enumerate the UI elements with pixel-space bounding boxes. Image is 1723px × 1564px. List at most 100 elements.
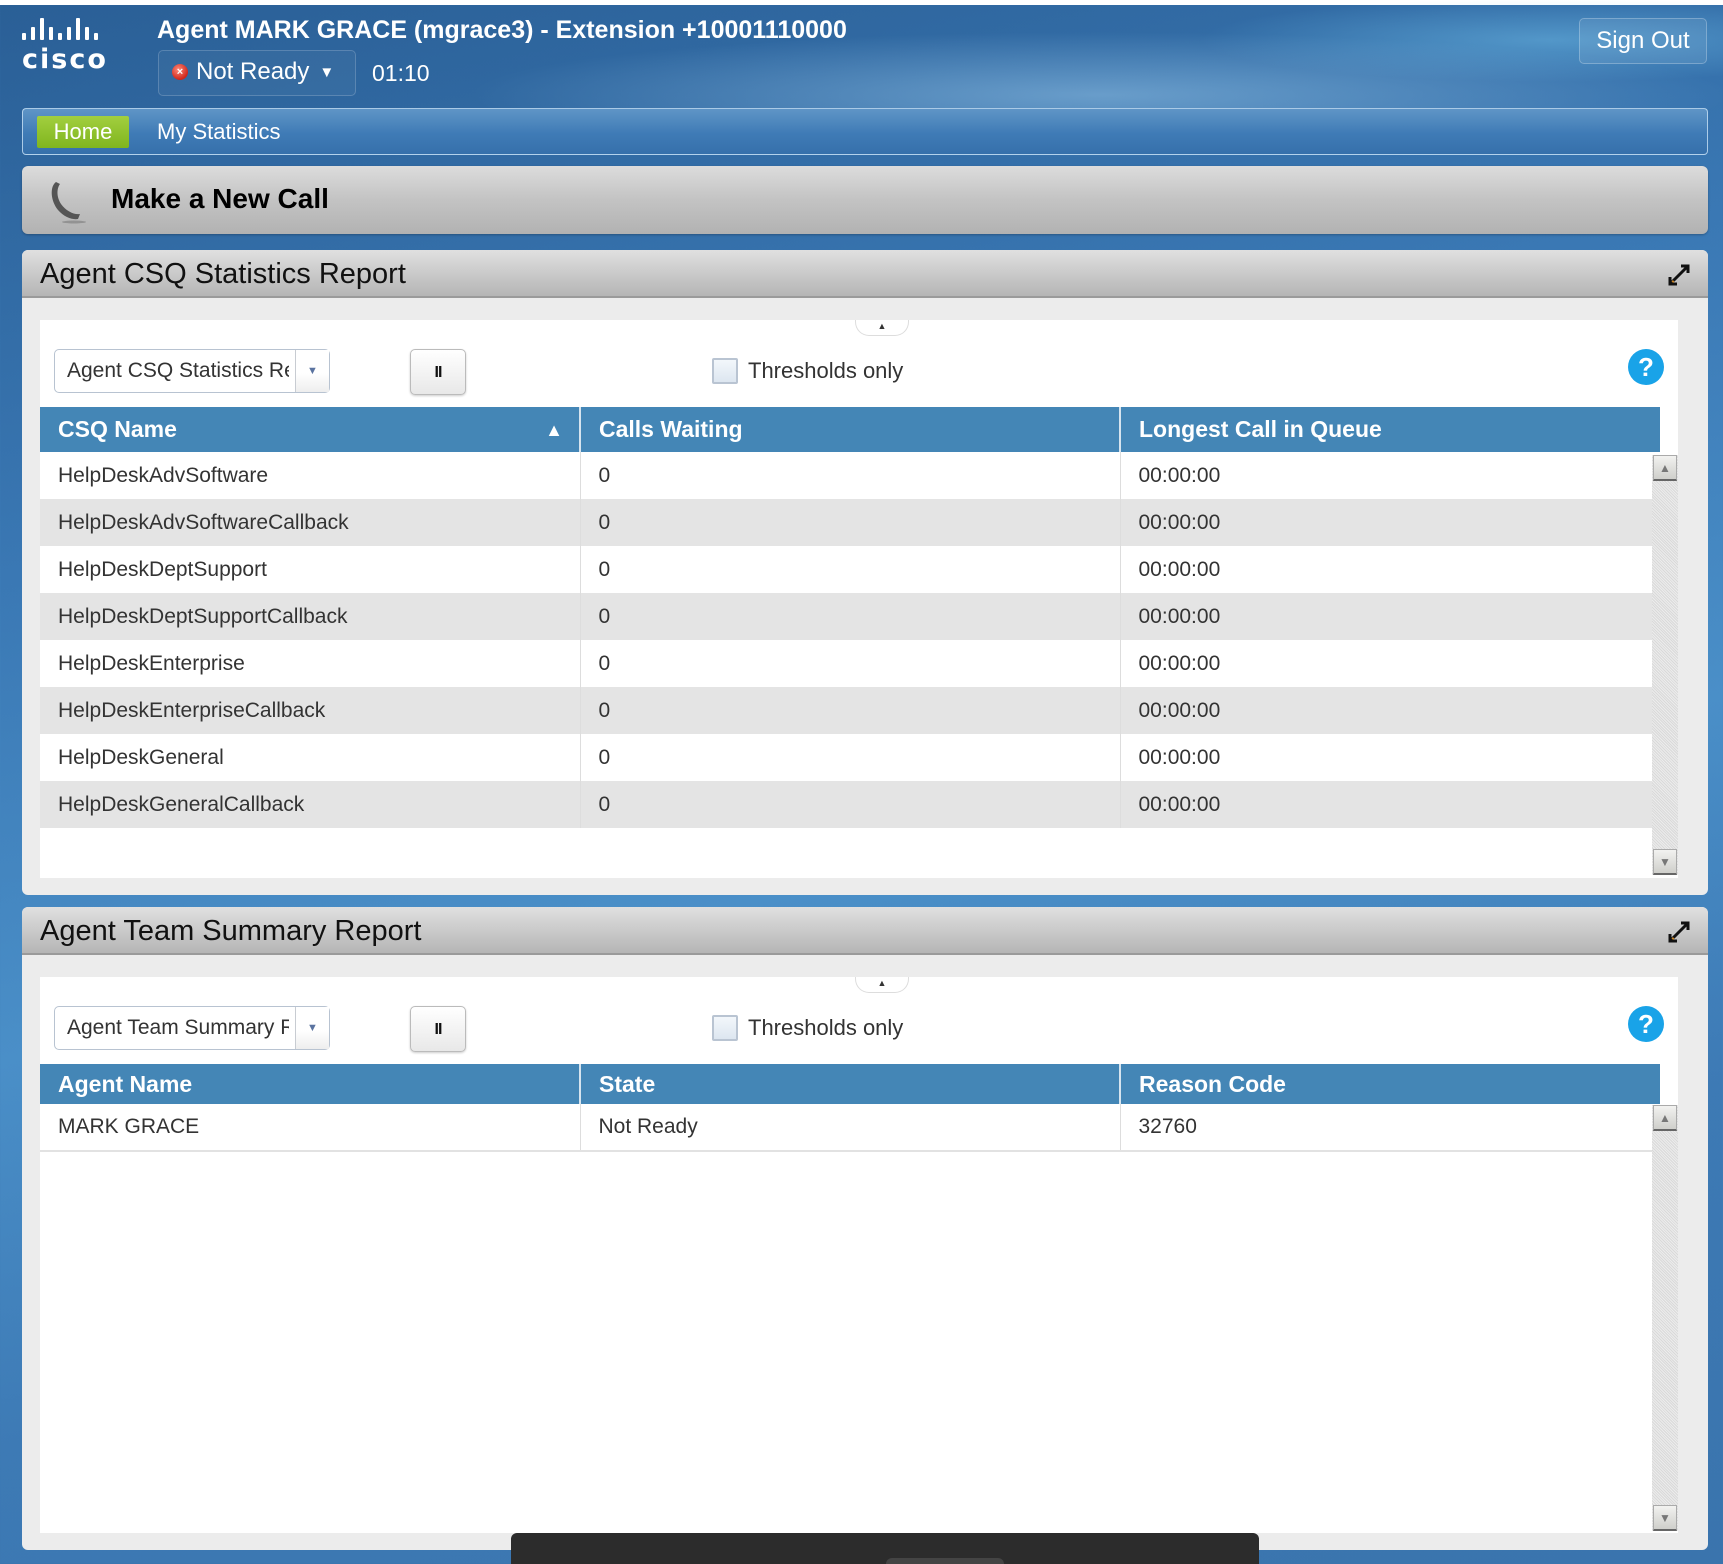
cisco-logo-bars <box>22 18 132 40</box>
not-ready-status-icon: × <box>172 64 188 80</box>
column-header-state[interactable]: State <box>580 1064 1121 1104</box>
chevron-down-icon: ▼ <box>295 350 329 392</box>
checkbox-box[interactable] <box>712 1015 738 1041</box>
table-row[interactable]: HelpDeskGeneralCallback 0 00:00:00 <box>40 781 1660 828</box>
csq-name-cell: HelpDeskDeptSupportCallback <box>40 593 581 640</box>
team-table-scrollbar[interactable]: ▲ ▼ <box>1652 1105 1678 1531</box>
pause-button[interactable]: II <box>410 349 466 395</box>
help-icon[interactable]: ? <box>1628 1006 1664 1042</box>
table-row[interactable]: HelpDeskAdvSoftwareCallback 0 00:00:00 <box>40 499 1660 546</box>
agent-state-label: Not Ready <box>196 58 310 85</box>
longest-call-cell: 00:00:00 <box>1120 593 1660 640</box>
cisco-wordmark: cisco <box>22 44 108 75</box>
tab-home[interactable]: Home <box>37 116 129 148</box>
csq-name-cell: HelpDeskEnterprise <box>40 640 581 687</box>
csq-table-scrollbar[interactable]: ▲ ▼ <box>1652 455 1678 875</box>
team-panel-body: ▲ Agent Team Summary Report ▼ II Thresho… <box>40 977 1678 1533</box>
collapse-toolbar-toggle[interactable]: ▲ <box>855 320 909 336</box>
table-row[interactable]: HelpDeskGeneral 0 00:00:00 <box>40 734 1660 781</box>
longest-call-cell: 00:00:00 <box>1120 781 1660 828</box>
scroll-up-button[interactable]: ▲ <box>1653 1105 1677 1131</box>
top-clipped-strip <box>0 0 1723 5</box>
longest-call-cell: 00:00:00 <box>1138 463 1221 487</box>
table-row[interactable]: HelpDeskDeptSupport 0 00:00:00 <box>40 546 1660 593</box>
column-header-csq-name[interactable]: CSQ Name ▲ <box>40 407 581 452</box>
reason-code-cell: 32760 <box>1138 1115 1197 1138</box>
longest-call-cell: 00:00:00 <box>1120 687 1660 734</box>
csq-panel-title: Agent CSQ Statistics Report <box>40 258 406 290</box>
csq-table: CSQ Name ▲ Calls Waiting Longest Call in … <box>40 407 1660 828</box>
agent-state-dropdown[interactable]: × Not Ready ▼ <box>172 58 334 86</box>
csq-name-cell: HelpDeskDeptSupport <box>40 546 581 593</box>
chevron-down-icon: ▼ <box>295 1007 329 1049</box>
calls-waiting-cell: 0 <box>580 593 1121 640</box>
table-row[interactable]: HelpDeskEnterpriseCallback 0 00:00:00 <box>40 687 1660 734</box>
make-new-call-button[interactable]: Make a New Call <box>22 166 1708 234</box>
table-header-row: CSQ Name ▲ Calls Waiting Longest Call in … <box>40 407 1660 452</box>
thresholds-only-label: Thresholds only <box>748 358 904 383</box>
expand-icon[interactable] <box>1666 262 1692 288</box>
calls-waiting-cell: 0 <box>580 781 1121 828</box>
expand-icon[interactable] <box>1666 919 1692 945</box>
overlay-bar <box>511 1533 1259 1564</box>
team-report-select[interactable]: Agent Team Summary Report ▼ <box>54 1006 330 1050</box>
csq-name-cell: HelpDeskAdvSoftwareCallback <box>40 499 581 546</box>
help-icon[interactable]: ? <box>1628 349 1664 385</box>
cisco-logo: cisco <box>22 18 132 78</box>
calls-waiting-cell: 0 <box>580 734 1121 781</box>
state-cell: Not Ready <box>580 1104 1121 1151</box>
team-report-select-value: Agent Team Summary Report <box>67 1016 289 1039</box>
longest-call-cell: 00:00:00 <box>1138 745 1221 769</box>
csq-name-cell: HelpDeskAdvSoftware <box>40 452 581 499</box>
make-new-call-label: Make a New Call <box>111 183 329 214</box>
csq-report-select[interactable]: Agent CSQ Statistics Report ▼ <box>54 349 330 393</box>
calls-waiting-cell: 0 <box>580 640 1121 687</box>
agent-title: Agent MARK GRACE (mgrace3) - Extension +… <box>157 16 847 44</box>
calls-waiting-cell: 0 <box>580 499 1121 546</box>
thresholds-only-checkbox[interactable]: Thresholds only <box>712 358 903 384</box>
agent-name-cell: MARK GRACE <box>40 1104 581 1151</box>
team-panel-title: Agent Team Summary Report <box>40 915 422 947</box>
tab-my-statistics[interactable]: My Statistics <box>157 116 280 148</box>
table-row[interactable]: HelpDeskAdvSoftware 0 00:00:00 <box>40 452 1660 499</box>
scroll-down-button[interactable]: ▼ <box>1653 1505 1677 1531</box>
checkbox-box[interactable] <box>712 358 738 384</box>
column-header-longest-call[interactable]: Longest Call in Queue <box>1120 407 1660 452</box>
longest-call-cell: 00:00:00 <box>1138 557 1221 581</box>
scroll-down-button[interactable]: ▼ <box>1653 849 1677 875</box>
longest-call-cell: 00:00:00 <box>1138 651 1221 675</box>
column-header-agent-name[interactable]: Agent Name <box>40 1064 581 1104</box>
thresholds-only-label: Thresholds only <box>748 1015 904 1040</box>
column-header-reason-code[interactable]: Reason Code <box>1120 1064 1660 1104</box>
csq-name-cell: HelpDeskGeneral <box>40 734 581 781</box>
calls-waiting-cell: 0 <box>580 546 1121 593</box>
sign-out-button[interactable]: Sign Out <box>1579 18 1707 64</box>
pause-button[interactable]: II <box>410 1006 466 1052</box>
csq-statistics-panel: Agent CSQ Statistics Report ▲ Agent CSQ … <box>22 250 1708 895</box>
table-row[interactable]: HelpDeskDeptSupportCallback 0 00:00:00 <box>40 593 1660 640</box>
csq-name-cell: HelpDeskEnterpriseCallback <box>40 687 581 734</box>
team-panel-header: Agent Team Summary Report <box>22 907 1708 955</box>
team-table: Agent Name State Reason Code MARK GRACE … <box>40 1064 1660 1152</box>
overlay-handle[interactable] <box>886 1558 1004 1564</box>
nav-bar: Home My Statistics <box>22 108 1708 155</box>
table-row[interactable]: MARK GRACE Not Ready 32760 <box>40 1104 1660 1151</box>
longest-call-cell: 00:00:00 <box>1120 499 1660 546</box>
column-header-calls-waiting[interactable]: Calls Waiting <box>580 407 1121 452</box>
phone-icon <box>51 182 86 224</box>
table-header-row: Agent Name State Reason Code <box>40 1064 1660 1104</box>
table-row[interactable]: HelpDeskEnterprise 0 00:00:00 <box>40 640 1660 687</box>
state-timer: 01:10 <box>372 60 430 86</box>
sort-ascending-icon[interactable]: ▲ <box>545 420 563 441</box>
calls-waiting-cell: 0 <box>580 452 1121 499</box>
collapse-toolbar-toggle[interactable]: ▲ <box>855 977 909 993</box>
csq-panel-body: ▲ Agent CSQ Statistics Report ▼ II Thres… <box>40 320 1678 878</box>
team-summary-panel: Agent Team Summary Report ▲ Agent Team S… <box>22 907 1708 1550</box>
thresholds-only-checkbox[interactable]: Thresholds only <box>712 1015 903 1041</box>
csq-report-select-value: Agent CSQ Statistics Report <box>67 359 289 382</box>
calls-waiting-cell: 0 <box>580 687 1121 734</box>
scroll-up-button[interactable]: ▲ <box>1653 455 1677 481</box>
csq-name-cell: HelpDeskGeneralCallback <box>40 781 581 828</box>
csq-panel-header: Agent CSQ Statistics Report <box>22 250 1708 298</box>
chevron-down-icon: ▼ <box>319 63 335 81</box>
